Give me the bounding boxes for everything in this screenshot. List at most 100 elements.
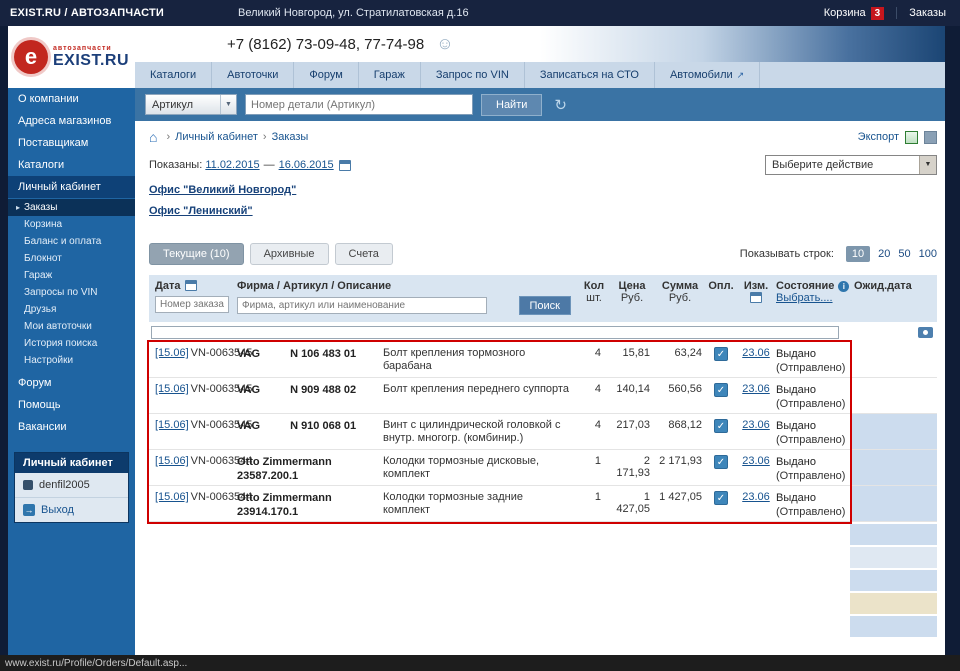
order-date-link[interactable]: [15.06] [155,491,189,503]
quick-filter-input[interactable] [151,326,839,339]
office-link-novgorod[interactable]: Офис "Великий Новгород" [149,184,296,196]
order-date-link[interactable]: [15.06] [155,347,189,359]
sidebar-item-personal-cabinet[interactable]: Личный кабинет [8,176,135,198]
excel-export-icon[interactable] [905,130,918,144]
quantity: 4 [594,383,601,395]
nav-item-cars[interactable]: Автомобили ↗ [655,62,761,88]
calendar-icon[interactable] [750,292,762,303]
sidebar-subitem-vin-requests[interactable]: Запросы по VIN [8,284,135,301]
nav-item-vin-request[interactable]: Запрос по VIN [421,62,525,88]
sidebar-subitem-settings[interactable]: Настройки [8,352,135,369]
search-history-icon[interactable]: ↻ [554,96,567,114]
select-all-link[interactable]: Выбрать.... [776,292,833,304]
empty-wait-cell [850,616,937,637]
page-size-100[interactable]: 100 [919,248,937,260]
tab-archive-orders[interactable]: Архивные [249,243,329,265]
description: Винт с цилиндрической головкой с внутр. … [383,419,561,444]
camera-icon[interactable] [918,327,933,338]
col-sum-header: Сумма [661,280,699,292]
page-size-50[interactable]: 50 [898,248,910,260]
page-size-20[interactable]: 20 [878,248,890,260]
order-date-link[interactable]: [15.06] [155,383,189,395]
sidebar-subitem-search-history[interactable]: История поиска [8,335,135,352]
topbar-cart-link[interactable]: Корзина [824,7,866,19]
sidebar-subitem-balance[interactable]: Баланс и оплата [8,233,135,250]
logout-button[interactable]: → Выход [15,497,128,522]
breadcrumb-cabinet[interactable]: Личный кабинет [175,131,258,143]
wait-date-cell [850,450,937,485]
sidebar-subitem-cart[interactable]: Корзина [8,216,135,233]
office-link-leninsky[interactable]: Офис "Ленинский" [149,205,253,217]
paid-checkbox[interactable]: ✓ [714,491,728,505]
change-date-link[interactable]: 23.06 [742,383,770,395]
paid-checkbox[interactable]: ✓ [714,419,728,433]
sidebar-item-forum[interactable]: Форум [8,372,135,394]
change-date-link[interactable]: 23.06 [742,347,770,359]
description: Болт крепления тормозного барабана [383,347,526,372]
paid-checkbox[interactable]: ✓ [714,383,728,397]
sidebar-item-store-addresses[interactable]: Адреса магазинов [8,110,135,132]
brand: Otto Zimmermann [237,456,332,468]
part-number-input[interactable] [245,94,473,115]
nav-item-forum[interactable]: Форум [294,62,359,88]
sidebar-subitem-orders[interactable]: ▸ Заказы [8,199,135,216]
nav-item-sto-signup[interactable]: Записаться на СТО [525,62,655,88]
change-date-link[interactable]: 23.06 [742,491,770,503]
export-link[interactable]: Экспорт [858,131,899,143]
calendar-icon[interactable] [185,280,198,291]
col-status-header[interactable]: Состояние [776,280,834,292]
action-select[interactable]: Выберите действие ▼ [765,155,937,175]
paid-checkbox[interactable]: ✓ [714,455,728,469]
sidebar-item-help[interactable]: Помощь [8,394,135,416]
change-date-link[interactable]: 23.06 [742,455,770,467]
find-button[interactable]: Найти [481,93,543,116]
sidebar-item-catalogs[interactable]: Каталоги [8,154,135,176]
sidebar: О компании Адреса магазинов Поставщикам … [8,88,135,655]
period-from-link[interactable]: 11.02.2015 [205,159,259,171]
info-icon[interactable]: i [838,281,850,292]
smiley-icon[interactable]: ☺ [436,34,453,54]
change-date-link[interactable]: 23.06 [742,419,770,431]
sidebar-item-vacancies[interactable]: Вакансии [8,416,135,438]
nav-item-catalogs[interactable]: Каталоги [135,62,213,88]
empty-wait-cell [850,593,937,614]
price: 2 171,93 [616,455,650,479]
topbar-orders-link[interactable]: Заказы [909,7,946,19]
order-date-link[interactable]: [15.06] [155,455,189,467]
sidebar-subitem-my-autopoints[interactable]: Мои автоточки [8,318,135,335]
sidebar-subitem-notebook[interactable]: Блокнот [8,250,135,267]
tab-bills[interactable]: Счета [334,243,393,265]
order-row[interactable]: [15.06] VN-0063545 VAG N 106 483 01 Болт … [149,342,937,378]
quantity: 1 [594,491,601,503]
page-size-10[interactable]: 10 [845,246,871,262]
period-to-link[interactable]: 16.06.2015 [279,159,334,171]
col-date-header[interactable]: Дата [155,280,180,292]
order-row[interactable]: [15.06] VN-0063544 Otto Zimmermann 23587.… [149,450,937,486]
order-row[interactable]: [15.06] VN-0063544 Otto Zimmermann 23914.… [149,486,937,522]
order-date-link[interactable]: [15.06] [155,419,189,431]
firm-filter-input[interactable] [237,297,487,314]
status-text: Выдано [776,492,816,504]
sidebar-item-about-company[interactable]: О компании [8,88,135,110]
sidebar-subitem-friends[interactable]: Друзья [8,301,135,318]
sidebar-subitem-garage[interactable]: Гараж [8,267,135,284]
site-logo[interactable]: e автозапчасти EXIST.RU [8,26,135,88]
order-number-filter-input[interactable] [155,296,229,313]
calendar-icon[interactable] [338,159,351,171]
status-note: (Отправлено) [776,398,846,410]
order-row[interactable]: [15.06] VN-0063545 VAG N 909 488 02 Болт … [149,378,937,414]
sidebar-item-suppliers[interactable]: Поставщикам [8,132,135,154]
nav-item-garage[interactable]: Гараж [359,62,421,88]
paid-checkbox[interactable]: ✓ [714,347,728,361]
description: Болт крепления переднего суппорта [383,383,569,395]
tab-current-orders[interactable]: Текущие (10) [149,243,244,265]
table-search-button[interactable]: Поиск [518,296,571,315]
topbar-brand[interactable]: EXIST.RU / АВТОЗАПЧАСТИ [10,7,164,19]
order-row[interactable]: [15.06] VN-0063545 VAG N 910 068 01 Винт … [149,414,937,450]
print-icon[interactable] [924,130,937,144]
logo-text: EXIST.RU [52,51,129,69]
search-category-select[interactable]: Артикул ▼ [145,94,237,115]
home-icon[interactable]: ⌂ [149,129,157,145]
nav-item-autopoints[interactable]: Автоточки [212,62,295,88]
breadcrumb-orders[interactable]: Заказы [272,131,309,143]
